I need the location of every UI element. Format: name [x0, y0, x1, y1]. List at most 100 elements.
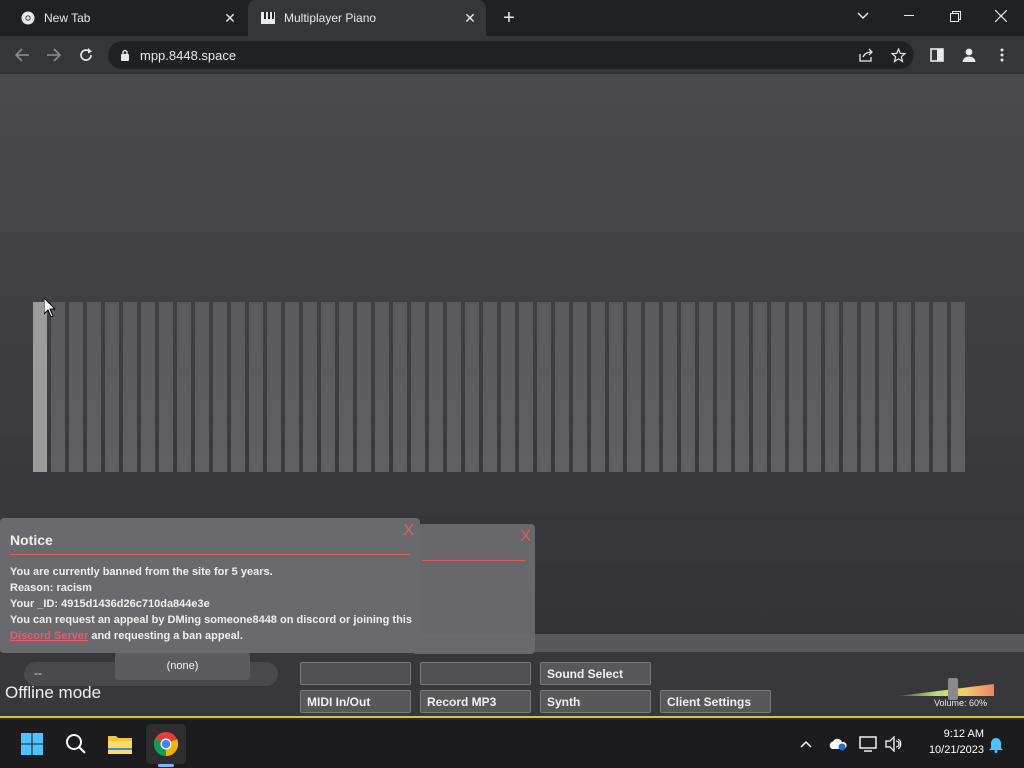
notice-close-button[interactable]: X	[403, 522, 414, 540]
piano-key[interactable]	[843, 302, 857, 472]
piano-key[interactable]	[285, 302, 299, 472]
piano-key[interactable]	[177, 302, 191, 472]
tab-new-tab[interactable]: New Tab ✕	[8, 0, 246, 36]
piano-key[interactable]	[303, 302, 317, 472]
piano-key[interactable]	[33, 302, 47, 472]
piano-key[interactable]	[249, 302, 263, 472]
piano-key[interactable]	[717, 302, 731, 472]
piano-key[interactable]	[573, 302, 587, 472]
side-panel-icon[interactable]	[923, 41, 951, 69]
blank-button[interactable]	[300, 662, 411, 685]
close-tab-icon[interactable]: ✕	[460, 8, 480, 28]
notice-back-close-button[interactable]: X	[520, 528, 531, 546]
minimize-icon[interactable]	[886, 0, 932, 32]
chrome-taskbar-icon[interactable]	[150, 728, 182, 760]
back-icon[interactable]	[8, 41, 36, 69]
reload-icon[interactable]	[72, 41, 100, 69]
piano-key[interactable]	[933, 302, 947, 472]
file-explorer-icon[interactable]	[104, 728, 136, 760]
piano-key[interactable]	[645, 302, 659, 472]
piano-key[interactable]	[483, 302, 497, 472]
forward-icon[interactable]	[40, 41, 68, 69]
notice-appeal-text-end: and requesting a ban appeal.	[88, 630, 243, 642]
lock-icon[interactable]	[120, 49, 130, 61]
piano-key[interactable]	[105, 302, 119, 472]
search-icon[interactable]	[60, 728, 92, 760]
piano-key[interactable]	[231, 302, 245, 472]
piano-key[interactable]	[357, 302, 371, 472]
client-settings-button[interactable]: Client Settings	[660, 690, 771, 713]
menu-kebab-icon[interactable]	[988, 41, 1016, 69]
share-icon[interactable]	[858, 47, 874, 63]
piano-key[interactable]	[69, 302, 83, 472]
tab-search-icon[interactable]	[840, 0, 886, 32]
volume-slider[interactable]: Volume: 60%	[896, 678, 996, 708]
system-clock[interactable]: 9:12 AM 10/21/2023	[912, 726, 984, 758]
piano-key[interactable]	[519, 302, 533, 472]
piano-key[interactable]	[195, 302, 209, 472]
piano-key[interactable]	[159, 302, 173, 472]
piano-key[interactable]	[267, 302, 281, 472]
discord-server-link[interactable]: Discord Server	[10, 630, 88, 642]
piano-key[interactable]	[447, 302, 461, 472]
notice-line: Reason: racism	[10, 582, 92, 594]
tab-strip: New Tab ✕ Multiplayer Piano ✕ +	[0, 0, 1024, 36]
volume-handle[interactable]	[948, 678, 958, 700]
record-mp3-button[interactable]: Record MP3	[420, 690, 531, 713]
midi-button[interactable]: MIDI In/Out	[300, 690, 411, 713]
piano-key[interactable]	[555, 302, 569, 472]
channel-option-none[interactable]: (none)	[115, 652, 250, 680]
piano-key[interactable]	[627, 302, 641, 472]
piano-key[interactable]	[501, 302, 515, 472]
piano-key[interactable]	[375, 302, 389, 472]
piano-key[interactable]	[789, 302, 803, 472]
piano-key[interactable]	[897, 302, 911, 472]
onedrive-icon[interactable]	[828, 734, 848, 754]
piano-key[interactable]	[51, 302, 65, 472]
tab-multiplayer-piano[interactable]: Multiplayer Piano ✕	[248, 0, 486, 36]
chevron-up-icon[interactable]	[796, 734, 816, 754]
piano-key[interactable]	[465, 302, 479, 472]
piano-key[interactable]	[699, 302, 713, 472]
piano-key[interactable]	[213, 302, 227, 472]
profile-icon[interactable]	[955, 41, 983, 69]
piano-key[interactable]	[825, 302, 839, 472]
windows-start-icon[interactable]	[16, 728, 48, 760]
piano-key[interactable]	[951, 302, 965, 472]
piano-key[interactable]	[591, 302, 605, 472]
synth-button[interactable]: Synth	[540, 690, 651, 713]
sound-select-button[interactable]: Sound Select	[540, 662, 651, 685]
volume-icon[interactable]	[884, 734, 904, 754]
piano-key[interactable]	[735, 302, 749, 472]
blank-button[interactable]	[420, 662, 531, 685]
piano-key[interactable]	[879, 302, 893, 472]
notification-bell-icon[interactable]	[986, 734, 1006, 754]
network-icon[interactable]	[858, 734, 878, 754]
piano-key[interactable]	[321, 302, 335, 472]
address-bar[interactable]: mpp.8448.space	[108, 41, 914, 69]
piano-key[interactable]	[609, 302, 623, 472]
close-tab-icon[interactable]: ✕	[220, 8, 240, 28]
piano-key[interactable]	[141, 302, 155, 472]
piano-key[interactable]	[663, 302, 677, 472]
close-window-icon[interactable]	[978, 0, 1024, 32]
piano-key[interactable]	[339, 302, 353, 472]
piano-key[interactable]	[681, 302, 695, 472]
new-tab-button[interactable]: +	[496, 6, 522, 30]
piano-key[interactable]	[537, 302, 551, 472]
piano-key[interactable]	[123, 302, 137, 472]
piano-key[interactable]	[411, 302, 425, 472]
piano-key[interactable]	[87, 302, 101, 472]
piano-key[interactable]	[753, 302, 767, 472]
piano-key[interactable]	[429, 302, 443, 472]
restore-icon[interactable]	[932, 0, 978, 32]
piano-key[interactable]	[771, 302, 785, 472]
tab-title: New Tab	[44, 11, 91, 25]
piano-key[interactable]	[915, 302, 929, 472]
piano-page: X -- (none) Notice X You are currently b…	[0, 74, 1024, 718]
piano-key[interactable]	[807, 302, 821, 472]
bookmark-star-icon[interactable]	[890, 47, 906, 63]
piano-key[interactable]	[393, 302, 407, 472]
piano-key[interactable]	[861, 302, 875, 472]
piano-keyboard[interactable]	[33, 302, 965, 472]
